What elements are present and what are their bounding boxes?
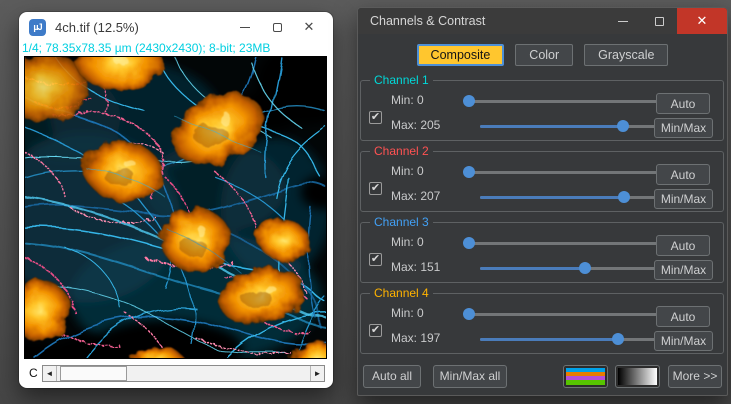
fluorescence-cells-image bbox=[25, 57, 326, 358]
channels-contrast-dialog: Channels & Contrast ✕ Composite Color Gray… bbox=[357, 7, 728, 396]
channel-slider-row: C ◄ ► bbox=[19, 364, 333, 382]
channel-auto-button[interactable]: Auto bbox=[656, 164, 710, 185]
display-mode-row: Composite Color Grayscale bbox=[358, 44, 727, 66]
channel-min-slider[interactable] bbox=[463, 308, 657, 320]
dialog-minimize-button[interactable] bbox=[605, 8, 641, 34]
channel-max-label: Max: 151 bbox=[391, 260, 441, 274]
minimize-icon bbox=[618, 20, 628, 22]
more-button[interactable]: More >> bbox=[668, 364, 722, 388]
channel-max-label: Max: 207 bbox=[391, 189, 441, 203]
channel-minmax-button[interactable]: Min/Max bbox=[654, 118, 713, 138]
channel-min-label: Min: 0 bbox=[391, 235, 424, 249]
dialog-maximize-button[interactable] bbox=[641, 8, 677, 34]
channel-name-label: Channel 4 bbox=[370, 286, 433, 300]
microscopy-image[interactable] bbox=[24, 56, 327, 359]
color-lut-button[interactable] bbox=[563, 364, 608, 388]
dialog-title: Channels & Contrast bbox=[370, 14, 486, 28]
color-lut-icon bbox=[566, 367, 605, 385]
grayscale-lut-button[interactable] bbox=[615, 364, 660, 388]
slider-track bbox=[469, 242, 657, 245]
channel-minmax-button[interactable]: Min/Max bbox=[654, 260, 713, 280]
channel-enabled-checkbox[interactable]: ✔ bbox=[369, 253, 382, 266]
slider-fill bbox=[480, 267, 586, 270]
channel-group: Channel 1 ✔ Min: 0 Max: 205 Auto Min/Max bbox=[360, 73, 724, 141]
close-icon: ✕ bbox=[696, 13, 708, 28]
channel-group: Channel 4 ✔ Min: 0 Max: 197 Auto Min/Max bbox=[360, 286, 724, 354]
channel-min-label: Min: 0 bbox=[391, 164, 424, 178]
channel-group: Channel 3 ✔ Min: 0 Max: 151 Auto Min/Max bbox=[360, 215, 724, 283]
channel-scrollbar[interactable]: ◄ ► bbox=[42, 364, 325, 382]
channel-enabled-checkbox[interactable]: ✔ bbox=[369, 182, 382, 195]
channel-enabled-checkbox[interactable]: ✔ bbox=[369, 324, 382, 337]
channel-name-label: Channel 2 bbox=[370, 144, 433, 158]
channel-max-slider[interactable] bbox=[480, 333, 658, 345]
maximize-icon bbox=[654, 16, 664, 26]
close-button[interactable]: ✕ bbox=[293, 17, 325, 37]
channel-max-slider[interactable] bbox=[480, 120, 658, 132]
imagej-icon: µJ bbox=[29, 18, 46, 36]
channel-minmax-button[interactable]: Min/Max bbox=[654, 189, 713, 209]
channel-max-slider[interactable] bbox=[480, 262, 658, 274]
slider-fill bbox=[480, 196, 625, 199]
slider-handle[interactable] bbox=[463, 166, 475, 178]
slider-track bbox=[469, 313, 657, 316]
scrollbar-left-arrow-icon[interactable]: ◄ bbox=[43, 365, 57, 381]
image-info-line: 1/4; 78.35x78.35 µm (2430x2430); 8-bit; … bbox=[19, 38, 333, 57]
auto-all-button[interactable]: Auto all bbox=[363, 364, 421, 388]
minmax-all-button[interactable]: Min/Max all bbox=[433, 364, 507, 388]
maximize-button[interactable] bbox=[261, 17, 293, 37]
desktop: { "image_window": { "title": "4ch.tif (1… bbox=[0, 0, 731, 404]
channel-scrollbar-thumb[interactable] bbox=[59, 365, 128, 381]
slider-handle[interactable] bbox=[463, 308, 475, 320]
channel-minmax-button[interactable]: Min/Max bbox=[654, 331, 713, 351]
slider-fill bbox=[480, 125, 624, 128]
slider-fill bbox=[480, 338, 618, 341]
mode-button-color[interactable]: Color bbox=[515, 44, 574, 66]
slider-handle[interactable] bbox=[463, 237, 475, 249]
slider-handle[interactable] bbox=[611, 333, 624, 345]
channel-min-label: Min: 0 bbox=[391, 306, 424, 320]
image-window: µJ 4ch.tif (12.5%) ✕ 1/4; 78.35x78.35 µm… bbox=[19, 12, 333, 388]
minimize-icon bbox=[240, 27, 250, 29]
dialog-footer: Auto all Min/Max all More >> bbox=[358, 364, 727, 388]
image-window-title: 4ch.tif (12.5%) bbox=[55, 19, 139, 35]
channel-slider-label: C bbox=[29, 366, 38, 380]
slider-handle[interactable] bbox=[463, 95, 475, 107]
scrollbar-right-arrow-icon[interactable]: ► bbox=[310, 365, 324, 381]
close-icon: ✕ bbox=[303, 19, 315, 34]
mode-button-grayscale[interactable]: Grayscale bbox=[584, 44, 669, 66]
channel-auto-button[interactable]: Auto bbox=[656, 306, 710, 327]
slider-handle[interactable] bbox=[618, 191, 631, 203]
channel-max-label: Max: 205 bbox=[391, 118, 441, 132]
channel-name-label: Channel 3 bbox=[370, 215, 433, 229]
slider-track bbox=[469, 100, 657, 103]
channels-container: Channel 1 ✔ Min: 0 Max: 205 Auto Min/Max… bbox=[358, 73, 727, 354]
grayscale-gradient-icon bbox=[618, 367, 657, 385]
maximize-icon bbox=[272, 23, 282, 33]
channel-max-slider[interactable] bbox=[480, 191, 658, 203]
channel-name-label: Channel 1 bbox=[370, 73, 433, 87]
channel-enabled-checkbox[interactable]: ✔ bbox=[369, 111, 382, 124]
slider-handle[interactable] bbox=[617, 120, 630, 132]
channel-auto-button[interactable]: Auto bbox=[656, 235, 710, 256]
dialog-close-button[interactable]: ✕ bbox=[677, 8, 727, 34]
channel-min-label: Min: 0 bbox=[391, 93, 424, 107]
minimize-button[interactable] bbox=[229, 17, 261, 37]
channel-min-slider[interactable] bbox=[463, 237, 657, 249]
channel-auto-button[interactable]: Auto bbox=[656, 93, 710, 114]
slider-track bbox=[469, 171, 657, 174]
dialog-titlebar[interactable]: Channels & Contrast ✕ bbox=[358, 8, 727, 34]
channel-group: Channel 2 ✔ Min: 0 Max: 207 Auto Min/Max bbox=[360, 144, 724, 212]
channel-max-label: Max: 197 bbox=[391, 331, 441, 345]
channel-min-slider[interactable] bbox=[463, 95, 657, 107]
channel-min-slider[interactable] bbox=[463, 166, 657, 178]
mode-button-composite[interactable]: Composite bbox=[416, 44, 505, 66]
image-window-titlebar[interactable]: µJ 4ch.tif (12.5%) ✕ bbox=[19, 12, 333, 38]
slider-handle[interactable] bbox=[579, 262, 592, 274]
